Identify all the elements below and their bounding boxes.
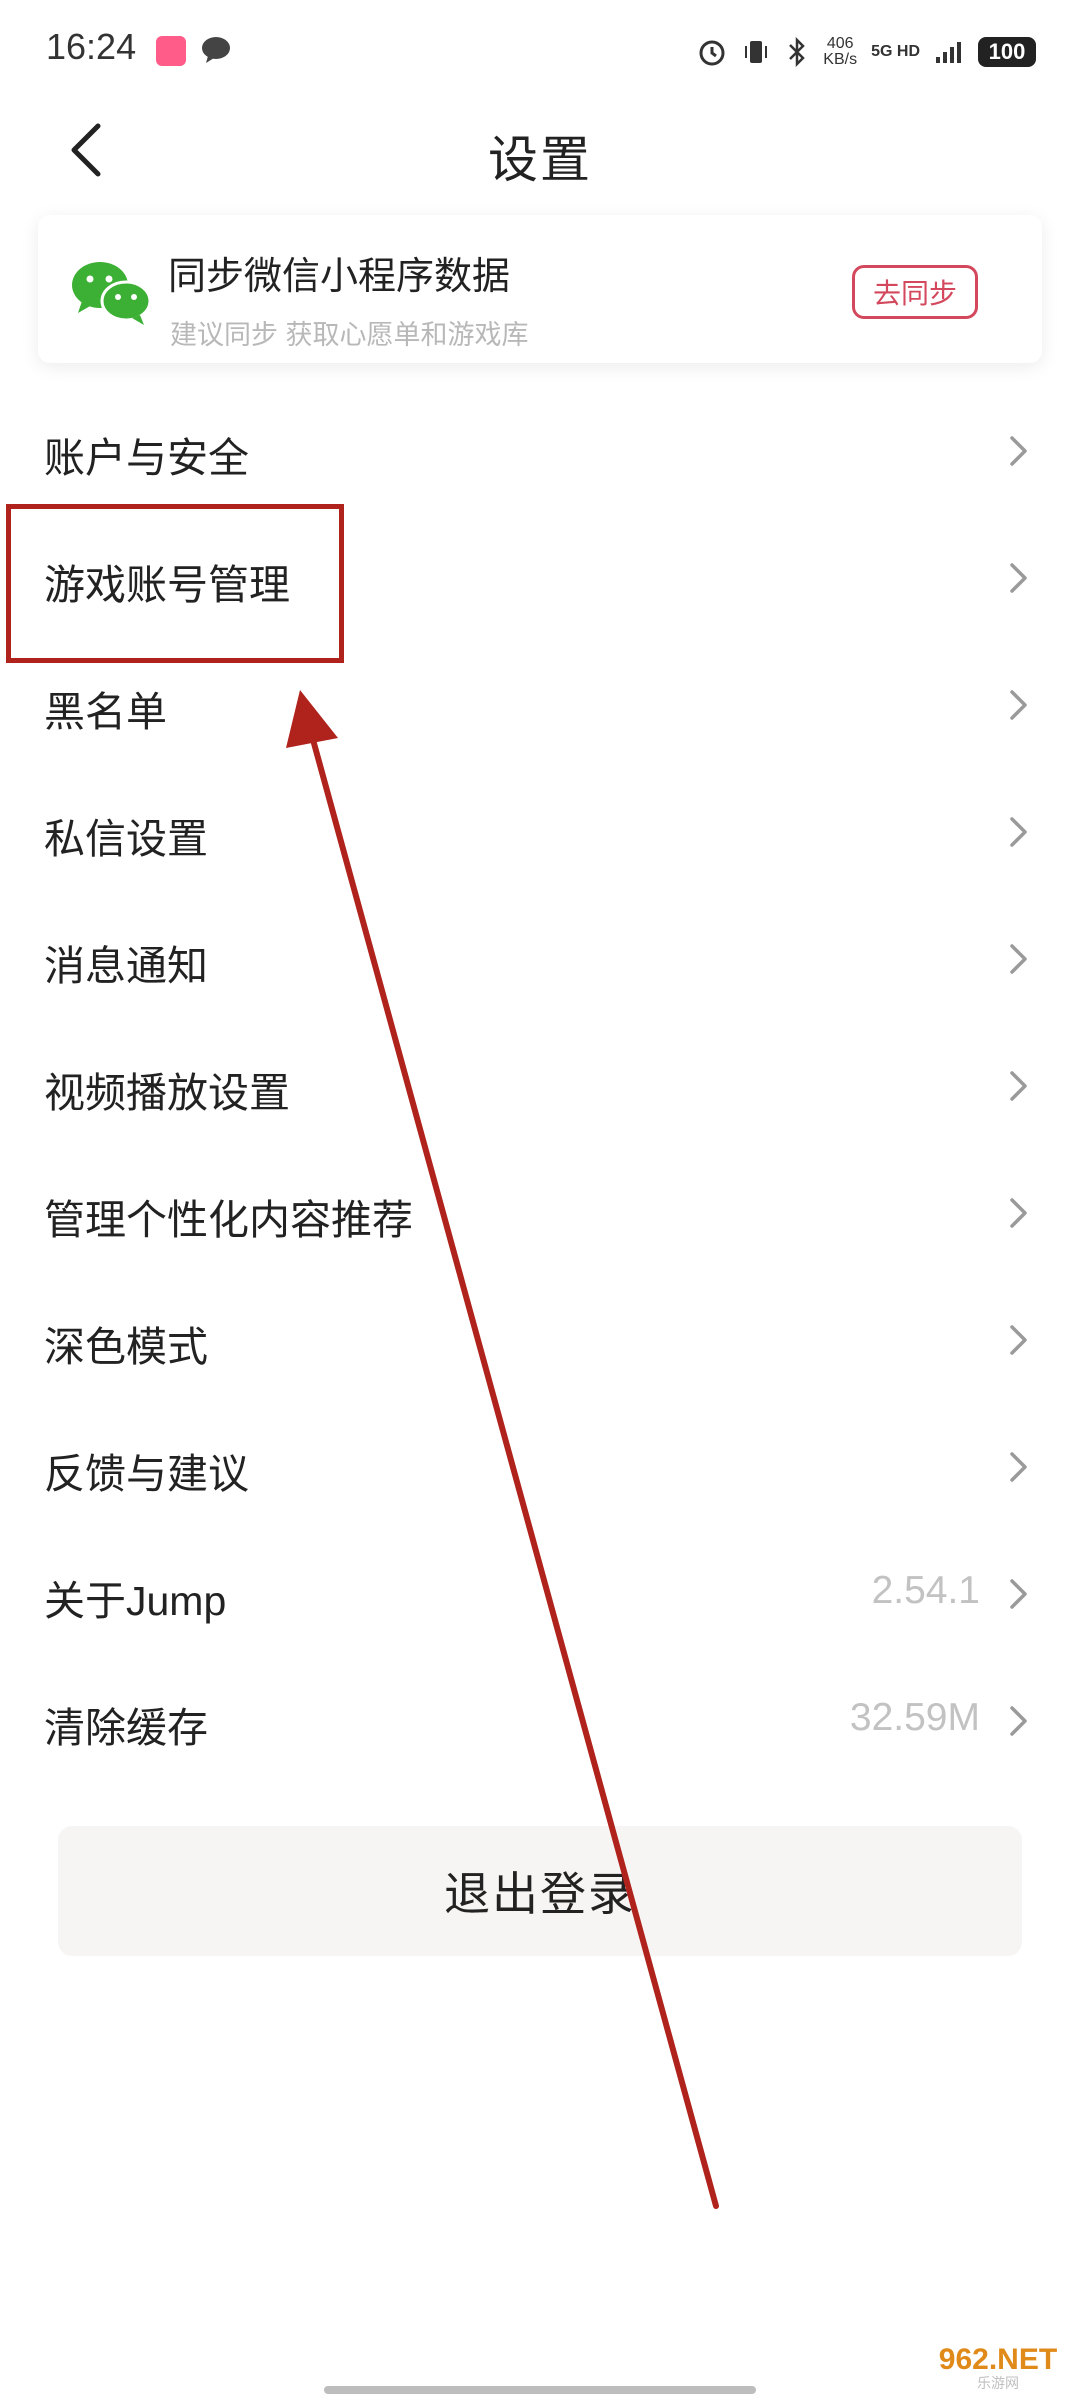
chevron-right-icon: [1010, 1452, 1027, 1482]
menu-item-label: 私信设置: [44, 816, 208, 862]
menu-item-value: 32.59M: [849, 1696, 980, 1739]
chevron-right-icon: [1010, 817, 1027, 847]
chevron-right-icon: [1010, 1071, 1027, 1101]
header: 设置: [0, 100, 1080, 200]
chevron-right-icon: [1010, 1706, 1027, 1736]
home-indicator[interactable]: [324, 2386, 756, 2394]
battery-icon: 100: [978, 37, 1036, 67]
menu-item-label: 反馈与建议: [44, 1451, 249, 1497]
signal-icon: [936, 42, 961, 63]
sync-button[interactable]: 去同步: [852, 265, 978, 319]
menu-item-account-security[interactable]: 账户与安全: [0, 388, 1080, 515]
status-icons: 406 KB/s 5G HD 100: [697, 30, 1036, 74]
chevron-right-icon: [1010, 690, 1027, 720]
menu-item-video-playback[interactable]: 视频播放设置: [0, 1023, 1080, 1150]
wechat-sync-card: 同步微信小程序数据 建议同步 获取心愿单和游戏库 去同步: [38, 215, 1042, 363]
menu-item-label: 清除缓存: [44, 1705, 208, 1751]
wechat-icon: [72, 262, 152, 325]
chevron-right-icon: [1010, 1579, 1027, 1609]
vibrate-icon: [745, 41, 768, 63]
sync-title: 同步微信小程序数据: [168, 256, 511, 298]
status-time: 16:24: [46, 26, 137, 67]
menu-item-label: 管理个性化内容推荐: [44, 1197, 413, 1243]
menu-item-notifications[interactable]: 消息通知: [0, 896, 1080, 1023]
menu-item-label: 深色模式: [44, 1324, 208, 1370]
page-title: 设置: [488, 132, 592, 188]
menu-item-label: 消息通知: [44, 943, 208, 989]
menu-item-feedback[interactable]: 反馈与建议: [0, 1404, 1080, 1531]
menu-item-about[interactable]: 关于Jump 2.54.1: [0, 1531, 1080, 1658]
chevron-right-icon: [1010, 436, 1027, 466]
menu-item-personalization[interactable]: 管理个性化内容推荐: [0, 1150, 1080, 1277]
status-bar: 16:24 406 KB/s 5G HD 100: [0, 0, 1080, 100]
app-notification-icon: [156, 36, 186, 66]
watermark-logo: 962.NET 乐游网: [938, 2343, 1058, 2391]
chevron-right-icon: [1010, 563, 1027, 593]
logout-button[interactable]: 退出登录: [58, 1826, 1022, 1956]
alarm-icon: [699, 40, 725, 66]
menu-item-dm-settings[interactable]: 私信设置: [0, 769, 1080, 896]
menu-item-value: 2.54.1: [871, 1569, 980, 1612]
network-type: 5G HD: [871, 43, 920, 60]
chevron-right-icon: [1010, 1198, 1027, 1228]
sync-subtitle: 建议同步 获取心愿单和游戏库: [170, 320, 529, 350]
menu-item-clear-cache[interactable]: 清除缓存 32.59M: [0, 1658, 1080, 1785]
chevron-right-icon: [1010, 1325, 1027, 1355]
menu-item-dark-mode[interactable]: 深色模式: [0, 1277, 1080, 1404]
menu-item-label: 视频播放设置: [44, 1070, 290, 1116]
annotation-highlight-box: [6, 504, 344, 663]
bluetooth-icon: [789, 37, 806, 67]
message-icon: [202, 37, 230, 63]
menu-item-label: 关于Jump: [44, 1578, 227, 1624]
menu-item-label: 账户与安全: [44, 435, 249, 481]
chevron-right-icon: [1010, 944, 1027, 974]
network-speed: 406 KB/s: [823, 35, 858, 68]
menu-item-label: 黑名单: [44, 689, 167, 735]
